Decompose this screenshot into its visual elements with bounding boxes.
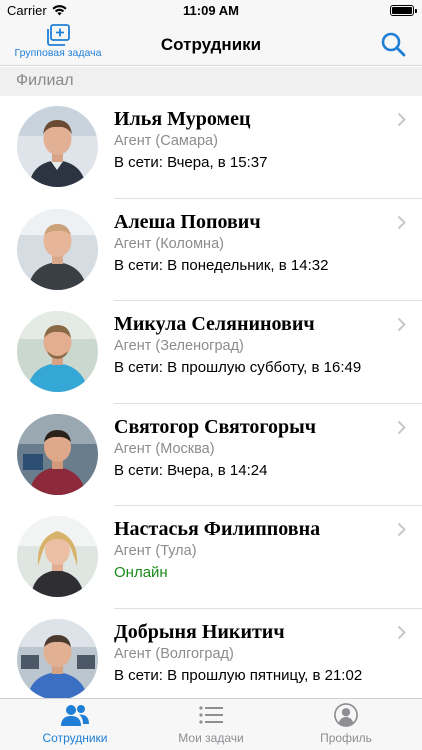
employee-name: Святогор Святогорыч bbox=[114, 415, 317, 438]
employee-role: Агент (Волгоград) bbox=[114, 645, 234, 662]
employee-name: Илья Муромец bbox=[114, 108, 251, 130]
employee-row[interactable]: Алеша Попович Агент (Коломна) В сети: В … bbox=[0, 199, 422, 301]
list-icon bbox=[199, 706, 223, 724]
tab-label: Сотрудники bbox=[42, 731, 108, 745]
employee-role: Агент (Самара) bbox=[114, 133, 218, 149]
employee-status: В сети: В прошлую субботу, в 16:49 bbox=[114, 359, 362, 376]
employee-row[interactable]: Микула Селянинович Агент (Зеленоград) В … bbox=[0, 301, 422, 404]
profile-icon bbox=[334, 703, 358, 727]
employee-status: В сети: Вчера, в 15:37 bbox=[114, 154, 268, 171]
employee-status: В сети: В понедельник, в 14:32 bbox=[114, 256, 329, 274]
battery-icon bbox=[390, 5, 417, 16]
employee-row[interactable]: Илья Муромец Агент (Самара) В сети: Вчер… bbox=[0, 96, 422, 199]
tab-label: Профиль bbox=[320, 731, 372, 745]
employee-status: В сети: Вчера, в 14:24 bbox=[114, 461, 268, 479]
employee-name: Микула Селянинович bbox=[114, 313, 315, 335]
tab-employees[interactable]: Сотрудники bbox=[5, 703, 145, 745]
employee-role: Агент (Тула) bbox=[114, 543, 197, 559]
employee-role: Агент (Москва) bbox=[114, 440, 215, 457]
tab-label: Мои задачи bbox=[178, 731, 244, 745]
status-bar: Carrier 11:09 AM bbox=[0, 0, 422, 22]
employee-row[interactable]: Добрыня Никитич Агент (Волгоград) В сети… bbox=[0, 609, 422, 712]
people-icon bbox=[61, 705, 89, 726]
chevron-right-icon bbox=[397, 112, 406, 127]
employee-name: Добрыня Никитич bbox=[114, 620, 285, 643]
navigation-bar: Групповая задача Сотрудники bbox=[0, 22, 422, 66]
chevron-right-icon bbox=[397, 317, 406, 332]
avatar bbox=[17, 516, 98, 597]
page-title: Сотрудники bbox=[160, 35, 262, 54]
avatar bbox=[17, 618, 98, 700]
employee-role: Агент (Зеленоград) bbox=[114, 338, 244, 354]
chevron-right-icon bbox=[397, 625, 406, 639]
tab-my-tasks[interactable]: Мои задачи bbox=[141, 703, 281, 745]
chevron-right-icon bbox=[397, 522, 406, 537]
search-button[interactable] bbox=[380, 31, 406, 57]
avatar bbox=[17, 106, 98, 187]
employee-role: Агент (Коломна) bbox=[114, 235, 224, 252]
employee-status: В сети: В прошлую пятницу, в 21:02 bbox=[114, 666, 363, 684]
employee-status: Онлайн bbox=[114, 564, 168, 581]
employee-list: Илья Муромец Агент (Самара) В сети: Вчер… bbox=[0, 96, 422, 711]
chevron-right-icon bbox=[397, 215, 406, 229]
search-icon bbox=[381, 32, 406, 57]
section-header: Филиал bbox=[0, 67, 422, 96]
tab-profile[interactable]: Профиль bbox=[276, 703, 416, 745]
employee-name: Алеша Попович bbox=[114, 210, 261, 233]
chevron-right-icon bbox=[397, 420, 406, 434]
employee-name: Настасья Филипповна bbox=[114, 518, 321, 540]
employee-row[interactable]: Святогор Святогорыч Агент (Москва) В сет… bbox=[0, 404, 422, 506]
avatar bbox=[17, 413, 98, 495]
section-title: Филиал bbox=[16, 72, 74, 89]
clock: 11:09 AM bbox=[183, 3, 239, 18]
tab-bar: Сотрудники Мои задачи Профиль bbox=[0, 698, 422, 750]
employee-row[interactable]: Настасья Филипповна Агент (Тула) Онлайн bbox=[0, 506, 422, 609]
avatar bbox=[17, 311, 98, 392]
avatar bbox=[17, 208, 98, 290]
